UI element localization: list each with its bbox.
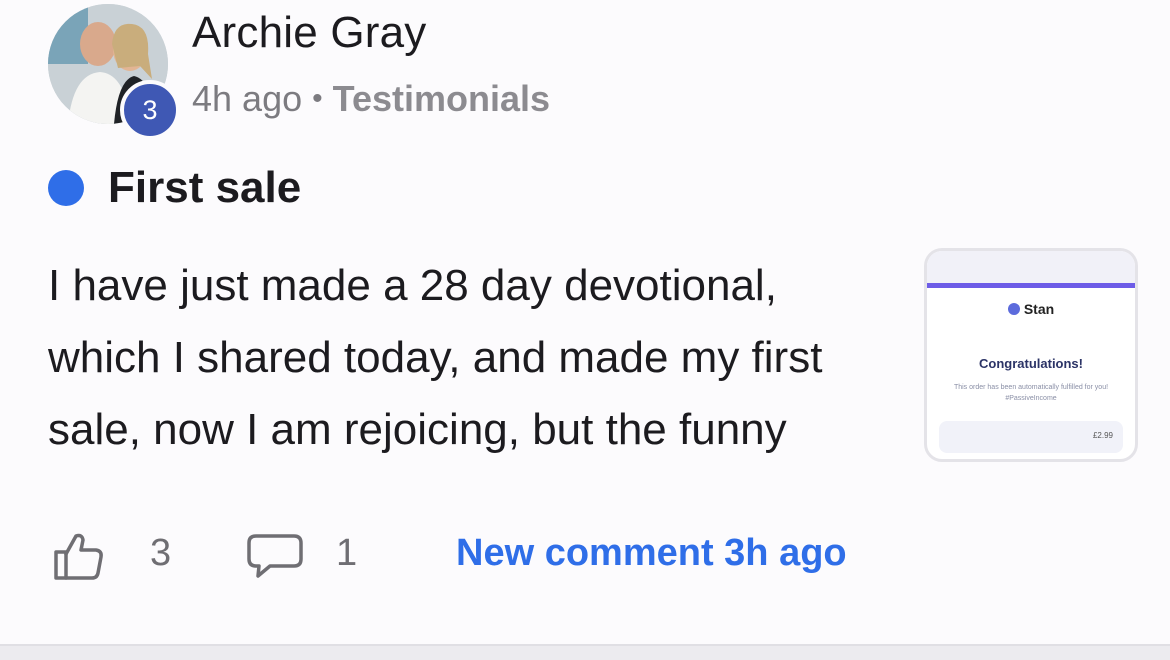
thumb-text: This order has been automatically fulfil…: [953, 384, 1109, 402]
thumb-price: £2.99: [1092, 431, 1113, 440]
thumb-accent-bar: [927, 283, 1135, 288]
post-body-line: which I shared today, and made my first: [48, 333, 823, 382]
meta-separator: •: [312, 82, 323, 115]
post-category[interactable]: Testimonials: [333, 78, 550, 120]
post-body-line: sale, now I am rejoicing, but the funny: [48, 405, 787, 454]
new-comment-link[interactable]: New comment 3h ago: [456, 532, 847, 575]
post-time: 4h ago: [192, 78, 303, 119]
thumb-heading: Congratulations!: [979, 356, 1083, 371]
comment-icon[interactable]: [246, 532, 304, 580]
thumb-brand: Stan: [927, 301, 1135, 317]
level-badge: 3: [120, 80, 180, 140]
unread-dot-icon: [48, 170, 84, 206]
comment-count: 1: [336, 532, 358, 574]
author-name[interactable]: Archie Gray: [192, 8, 427, 58]
post-title[interactable]: First sale: [108, 163, 301, 213]
post-image-thumbnail[interactable]: Stan Congratulations! This order has bee…: [924, 248, 1138, 462]
post-card[interactable]: 3 Archie Gray 4h ago • Testimonials Firs…: [0, 0, 1170, 660]
like-thumbs-up-icon[interactable]: [52, 530, 106, 582]
post-meta: 4h ago • Testimonials: [192, 78, 550, 120]
stan-logo-icon: [1007, 303, 1020, 315]
post-title-row[interactable]: First sale: [48, 163, 301, 213]
thumb-topbar: [927, 251, 1135, 283]
post-body[interactable]: I have just made a 28 day devotional, wh…: [48, 250, 908, 466]
thumb-price-box: £2.99: [939, 421, 1123, 453]
post-body-line: I have just made a 28 day devotional,: [48, 261, 777, 310]
thumb-brand-name: Stan: [1023, 301, 1055, 317]
like-count: 3: [150, 532, 172, 574]
